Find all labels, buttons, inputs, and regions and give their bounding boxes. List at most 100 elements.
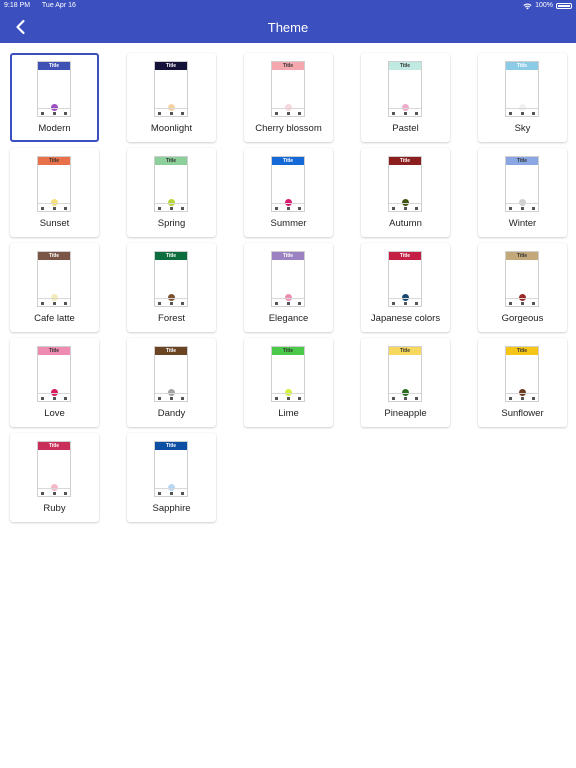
theme-preview: Title: [37, 61, 71, 117]
preview-tab-icon: [170, 207, 173, 210]
preview-tab-icon: [298, 207, 301, 210]
preview-tab-bar: [272, 108, 304, 116]
theme-preview: Title: [37, 251, 71, 307]
preview-tab-icon: [532, 302, 535, 305]
preview-title-bar: Title: [506, 157, 538, 165]
preview-tab-bar: [506, 393, 538, 401]
status-time: 9:18 PM: [4, 2, 31, 9]
preview-tab-icon: [275, 397, 278, 400]
preview-tab-icon: [532, 397, 535, 400]
theme-card[interactable]: Title Gorgeous: [478, 243, 567, 332]
theme-card[interactable]: Title Sapphire: [127, 433, 216, 522]
theme-card[interactable]: Title Autumn: [361, 148, 450, 237]
theme-card[interactable]: Title Pastel: [361, 53, 450, 142]
preview-tab-icon: [275, 207, 278, 210]
preview-title-bar: Title: [38, 442, 70, 450]
theme-label: Modern: [38, 123, 71, 134]
theme-card[interactable]: Title Japanese colors: [361, 243, 450, 332]
theme-card[interactable]: Title Modern: [10, 53, 99, 142]
preview-tab-icon: [521, 397, 524, 400]
preview-title-bar: Title: [155, 157, 187, 165]
theme-preview: Title: [37, 156, 71, 212]
preview-tab-icon: [170, 397, 173, 400]
preview-tab-icon: [404, 112, 407, 115]
theme-preview: Title: [271, 251, 305, 307]
theme-label: Japanese colors: [370, 313, 441, 324]
preview-tab-icon: [287, 397, 290, 400]
theme-card[interactable]: Title Spring: [127, 148, 216, 237]
preview-tab-icon: [509, 207, 512, 210]
theme-card[interactable]: Title Forest: [127, 243, 216, 332]
preview-tab-bar: [155, 393, 187, 401]
theme-preview: Title: [271, 156, 305, 212]
theme-card[interactable]: Title Lime: [244, 338, 333, 427]
preview-tab-bar: [506, 203, 538, 211]
theme-card[interactable]: Title Cherry blossom: [244, 53, 333, 142]
preview-tab-icon: [53, 302, 56, 305]
theme-preview: Title: [154, 251, 188, 307]
preview-tab-bar: [389, 298, 421, 306]
theme-label: Summer: [270, 218, 307, 229]
preview-tab-icon: [287, 112, 290, 115]
preview-title-bar: Title: [506, 347, 538, 355]
preview-tab-bar: [38, 393, 70, 401]
preview-title-bar: Title: [38, 347, 70, 355]
preview-title-bar: Title: [38, 252, 70, 260]
preview-tab-icon: [287, 207, 290, 210]
preview-tab-icon: [415, 207, 418, 210]
theme-card[interactable]: Title Cafe latte: [10, 243, 99, 332]
preview-title-bar: Title: [272, 347, 304, 355]
theme-card[interactable]: Title Pineapple: [361, 338, 450, 427]
preview-tab-icon: [298, 112, 301, 115]
preview-tab-icon: [53, 207, 56, 210]
preview-title-bar: Title: [38, 62, 70, 70]
theme-label: Moonlight: [150, 123, 193, 134]
theme-label: Spring: [157, 218, 186, 229]
preview-tab-icon: [275, 112, 278, 115]
preview-tab-bar: [38, 108, 70, 116]
theme-card[interactable]: Title Elegance: [244, 243, 333, 332]
page-title: Theme: [267, 20, 309, 35]
preview-tab-icon: [415, 112, 418, 115]
preview-tab-icon: [64, 112, 67, 115]
theme-card[interactable]: Title Love: [10, 338, 99, 427]
preview-tab-icon: [53, 397, 56, 400]
preview-tab-icon: [415, 397, 418, 400]
preview-tab-icon: [404, 397, 407, 400]
theme-card[interactable]: Title Sunset: [10, 148, 99, 237]
preview-tab-bar: [155, 108, 187, 116]
theme-card[interactable]: Title Sky: [478, 53, 567, 142]
preview-tab-icon: [41, 207, 44, 210]
preview-tab-icon: [158, 492, 161, 495]
preview-tab-bar: [38, 488, 70, 496]
preview-tab-icon: [181, 492, 184, 495]
preview-title-bar: Title: [389, 252, 421, 260]
theme-card[interactable]: Title Ruby: [10, 433, 99, 522]
preview-title-bar: Title: [389, 157, 421, 165]
theme-card[interactable]: Title Dandy: [127, 338, 216, 427]
theme-card[interactable]: Title Moonlight: [127, 53, 216, 142]
theme-card[interactable]: Title Sunflower: [478, 338, 567, 427]
preview-title-bar: Title: [389, 62, 421, 70]
theme-label: Gorgeous: [501, 313, 544, 324]
theme-preview: Title: [505, 156, 539, 212]
preview-tab-bar: [272, 298, 304, 306]
status-left: 9:18 PM Tue Apr 16: [4, 0, 86, 12]
theme-card[interactable]: Title Winter: [478, 148, 567, 237]
preview-tab-bar: [155, 298, 187, 306]
theme-label: Love: [44, 408, 65, 419]
theme-preview: Title: [154, 156, 188, 212]
preview-tab-icon: [509, 112, 512, 115]
preview-tab-icon: [404, 207, 407, 210]
preview-tab-bar: [389, 393, 421, 401]
theme-card[interactable]: Title Summer: [244, 148, 333, 237]
preview-tab-icon: [158, 207, 161, 210]
theme-preview: Title: [271, 346, 305, 402]
preview-tab-icon: [158, 112, 161, 115]
preview-tab-bar: [506, 108, 538, 116]
preview-tab-icon: [287, 302, 290, 305]
theme-preview: Title: [154, 61, 188, 117]
preview-tab-bar: [272, 393, 304, 401]
preview-tab-icon: [158, 397, 161, 400]
preview-tab-icon: [275, 302, 278, 305]
